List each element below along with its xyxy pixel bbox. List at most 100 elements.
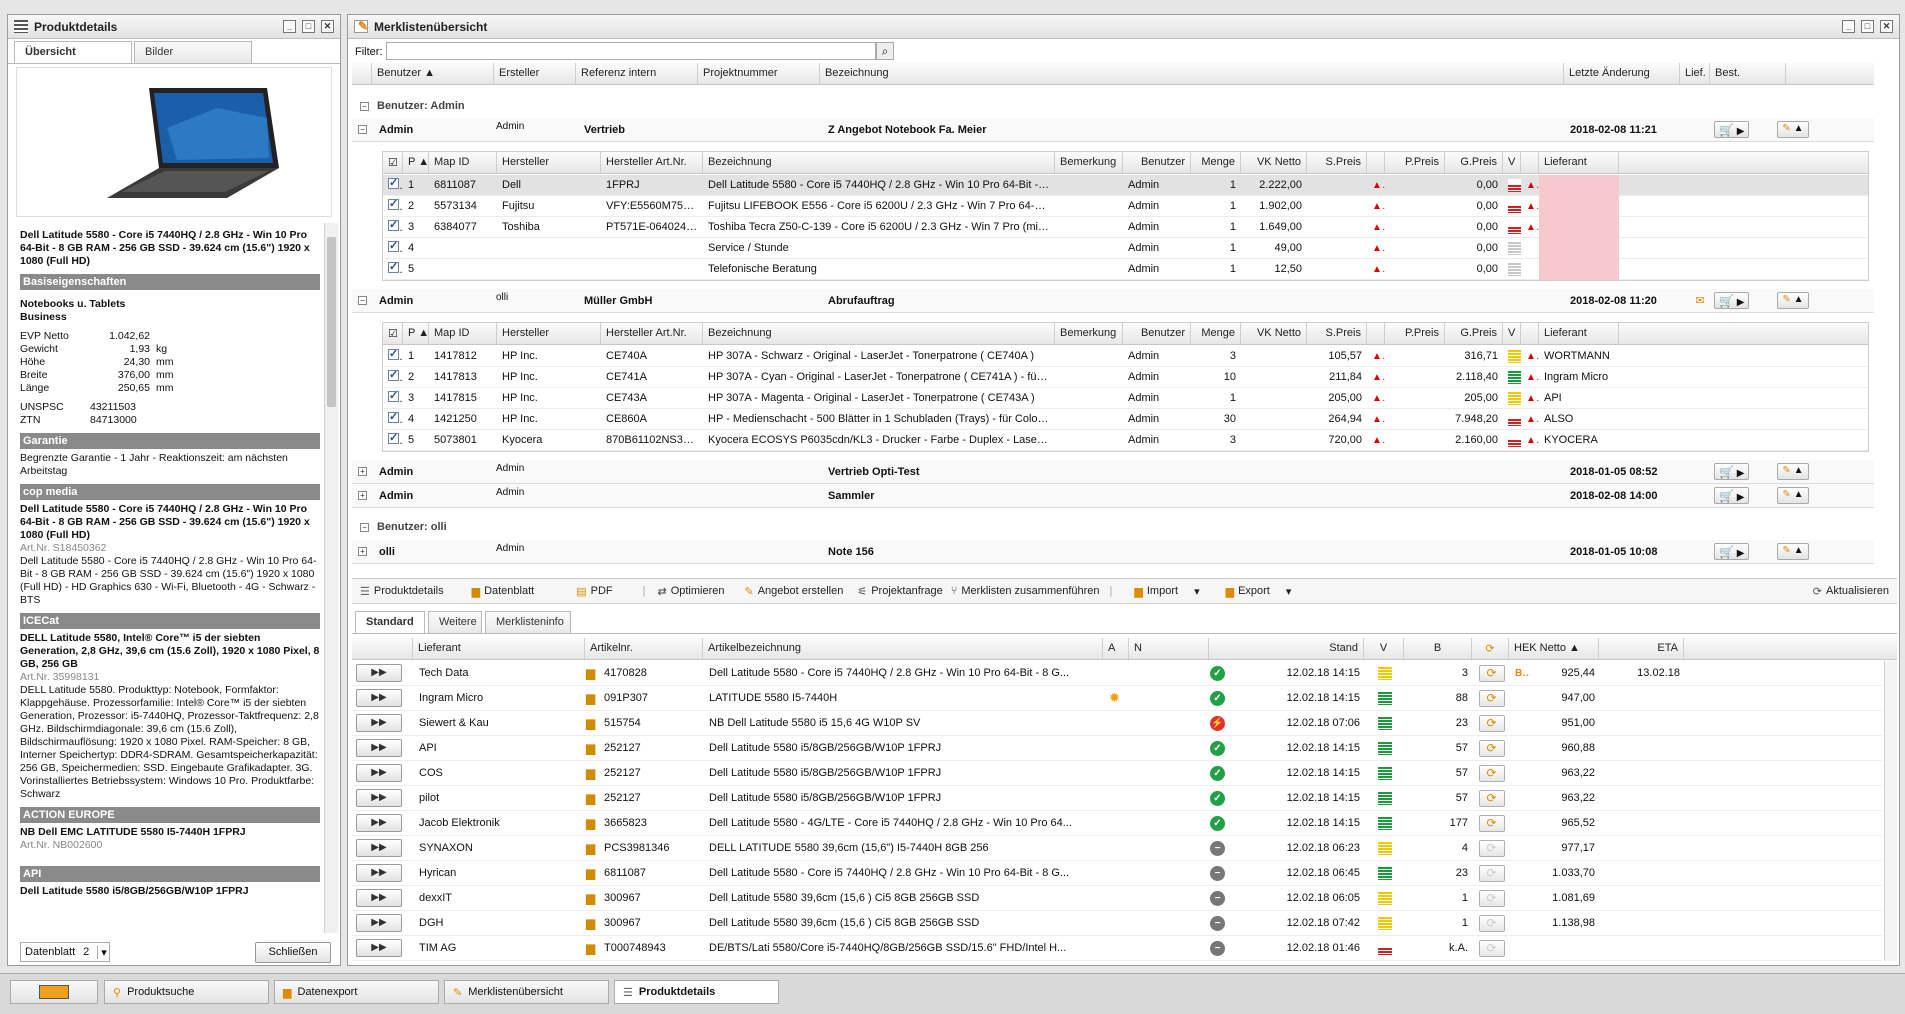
refresh-button[interactable]: ⟳ [1478,889,1505,907]
row-checkbox[interactable] [388,370,399,381]
cart-button[interactable]: 🛒 ▶ [1714,487,1750,504]
optimieren-button[interactable]: ⇄ Optimieren [649,585,732,598]
chevron-down-icon[interactable]: ▾ [1286,585,1292,598]
datenblatt-select[interactable]: Datenblatt 2 ▾ [20,942,110,962]
items-col-header[interactable]: Benutzer [1123,152,1191,173]
items-col-header[interactable]: V [1503,152,1521,173]
supplier-row[interactable]: ▶▶ pilot ▆ 252127 Dell Latitude 5580 i5/8GB/… [352,786,1882,811]
items-col-header[interactable]: Bezeichnung [703,152,1055,173]
folder-icon[interactable]: ▆ [586,891,604,905]
datenblatt-button[interactable]: ▆ Datenblatt [464,585,543,598]
refresh-button[interactable]: ⟳ [1478,789,1505,807]
supplier-row[interactable]: ▶▶ SYNAXON ▆ PCS3981346 DELL LATITUDE 5580 3… [352,836,1882,861]
col-artikelnr[interactable]: Artikelnr. [585,638,703,659]
tab-uebersicht[interactable]: Übersicht [14,41,132,63]
items-col-header[interactable]: Hersteller Art.Nr. [601,152,703,173]
items-col-header[interactable]: P ▲ [403,323,429,344]
item-row[interactable]: 3 6384077 Toshiba PT571E-064024GR Toshiba Te… [383,216,1868,238]
row-checkbox[interactable] [388,178,399,189]
col-projektnummer[interactable]: Projektnummer [698,63,820,84]
col-eta[interactable]: ETA [1599,638,1684,659]
items-col-header[interactable]: P ▲ [403,152,429,173]
items-col-header[interactable] [1367,323,1385,344]
folder-icon[interactable]: ▆ [586,691,604,705]
tab-bilder[interactable]: Bilder [134,41,252,63]
play-button[interactable]: ▶▶ [356,739,402,757]
folder-icon[interactable]: ▆ [586,766,604,780]
play-button[interactable]: ▶▶ [356,839,402,857]
merkliste-row[interactable]: + Admin Admin Sammler 2018-02-08 14:00 🛒 ▶ ✎ ▲ [352,484,1874,508]
supplier-row[interactable]: ▶▶ DGH ▆ 300967 Dell Latitude 5580 39,6cm (1… [352,911,1882,936]
items-col-header[interactable]: S.Preis [1307,152,1367,173]
supplier-row[interactable]: ▶▶ Ingram Micro ▆ 091P307 LATITUDE 5580 I5-7… [352,686,1882,711]
supplier-row[interactable]: ▶▶ COS ▆ 252127 Dell Latitude 5580 i5/8GB/25… [352,761,1882,786]
folder-icon[interactable]: ▆ [586,716,604,730]
projektanfrage-button[interactable]: ⚟ Projektanfrage [855,585,944,598]
folder-icon[interactable]: ▆ [586,866,604,880]
item-row[interactable]: 4 Service / Stunde Admin 1 49,00 ▲ 0,00 [383,237,1868,259]
cart-button[interactable]: 🛒 ▶ [1714,121,1750,138]
folder-icon[interactable]: ▆ [586,941,604,955]
cart-button[interactable]: 🛒 ▶ [1714,292,1750,309]
folder-icon[interactable]: ▆ [586,666,604,680]
search-icon[interactable]: ⌕ [876,42,894,60]
edit-list-button[interactable]: ✎ ▲ [1777,292,1809,309]
items-col-header[interactable]: Map ID [429,152,497,173]
col-hek-netto[interactable]: HEK Netto ▲ [1509,638,1599,659]
taskbar-datenexport[interactable]: ▆ Datenexport [274,980,439,1004]
group-header[interactable]: − Benutzer: olli [352,515,1874,539]
supplier-row[interactable]: ▶▶ Jacob Elektronik ▆ 3665823 Dell Latitude … [352,811,1882,836]
home-button[interactable] [10,980,98,1004]
expand-icon[interactable]: − [358,296,367,305]
items-col-header[interactable]: S.Preis [1307,323,1367,344]
tab-weitere[interactable]: Weitere [428,611,482,633]
col-letzte-aenderung[interactable]: Letzte Änderung [1564,63,1680,84]
details-scrollbar[interactable] [324,223,338,933]
items-col-header[interactable]: Bezeichnung [703,323,1055,344]
items-col-header[interactable]: VK Netto [1241,323,1307,344]
close-button[interactable]: ✕ [1880,20,1893,33]
expand-icon[interactable]: + [358,491,367,500]
supplier-row[interactable]: ▶▶ Tech Data ▆ 4170828 Dell Latitude 5580 - … [352,661,1882,686]
close-button[interactable]: ✕ [321,20,334,33]
row-checkbox[interactable] [388,349,399,360]
col-v[interactable]: V [1364,638,1404,659]
import-button[interactable]: ▆ Import ▾ [1126,585,1207,598]
refresh-button[interactable]: ⟳ [1478,764,1505,782]
supplier-row[interactable]: ▶▶ Hyrican ▆ 6811087 Dell Latitude 5580 - Co… [352,861,1882,886]
merkliste-row[interactable]: − Admin Admin Vertrieb Z Angebot Notebook Fa… [352,118,1874,142]
merkliste-row[interactable]: − Admin olli Müller GmbH Abrufauftrag 2018-02… [352,289,1874,313]
row-checkbox[interactable] [388,262,399,273]
item-row[interactable]: 2 1417813 HP Inc. CE741A HP 307A - Cyan - Or… [383,367,1868,388]
item-row[interactable]: 2 5573134 Fujitsu VFY:E5560M75AODE Fujitsu L… [383,195,1868,217]
play-button[interactable]: ▶▶ [356,939,402,957]
cart-button[interactable]: 🛒 ▶ [1714,463,1750,480]
items-col-header[interactable]: Bemerkung [1055,152,1123,173]
refresh-button[interactable]: ⟳ [1478,839,1505,857]
cart-button[interactable]: 🛒 ▶ [1714,543,1750,560]
item-row[interactable]: 1 6811087 Dell 1FPRJ Dell Latitude 5580 - Co… [383,174,1868,196]
items-col-header[interactable] [1521,152,1539,173]
play-button[interactable]: ▶▶ [356,664,402,682]
items-col-header[interactable]: P.Preis [1385,323,1445,344]
folder-icon[interactable]: ▆ [586,841,604,855]
items-col-header[interactable]: Map ID [429,323,497,344]
folder-icon[interactable]: ▆ [586,916,604,930]
play-button[interactable]: ▶▶ [356,889,402,907]
minimize-button[interactable]: _ [283,20,296,33]
col-best[interactable]: Best. [1710,63,1786,84]
chevron-down-icon[interactable]: ▾ [1194,585,1200,598]
item-row[interactable]: 3 1417815 HP Inc. CE743A HP 307A - Magenta -… [383,388,1868,409]
item-row[interactable]: 4 1421250 HP Inc. CE860A HP - Medienschacht … [383,409,1868,430]
item-row[interactable]: 5 Telefonische Beratung Admin 1 12,50 ▲ 0,00 [383,258,1868,280]
items-col-header[interactable]: Hersteller [497,323,601,344]
edit-list-button[interactable]: ✎ ▲ [1777,543,1809,560]
edit-list-button[interactable]: ✎ ▲ [1777,463,1809,480]
items-col-header[interactable]: G.Preis [1445,323,1503,344]
col-referenz[interactable]: Referenz intern [576,63,698,84]
supplier-grid-scrollbar[interactable] [1884,661,1897,961]
supplier-row[interactable]: ▶▶ API ▆ 252127 Dell Latitude 5580 i5/8GB/25… [352,736,1882,761]
aktualisieren-button[interactable]: ⟳ Aktualisieren [1805,585,1897,598]
refresh-button[interactable]: ⟳ [1478,939,1505,957]
scroll-thumb[interactable] [327,237,336,407]
